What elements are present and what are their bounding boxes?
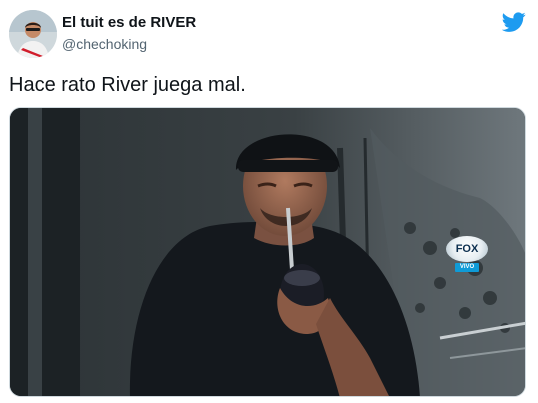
avatar-image <box>9 10 57 58</box>
broadcast-watermark: FOX VIVO <box>442 234 492 274</box>
author-handle[interactable]: @chechoking <box>62 36 147 52</box>
avatar[interactable] <box>9 10 57 58</box>
fox-sports-logo: FOX <box>446 236 488 262</box>
live-tag: VIVO <box>455 263 479 272</box>
tweet-text: Hace rato River juega mal. <box>9 74 246 96</box>
tweet-card: El tuit es de RIVER @chechoking Hace rat… <box>0 0 538 403</box>
tweet-photo[interactable]: FOX VIVO <box>9 107 526 397</box>
author-name[interactable]: El tuit es de RIVER <box>62 14 196 31</box>
twitter-bird-icon[interactable] <box>502 10 526 34</box>
